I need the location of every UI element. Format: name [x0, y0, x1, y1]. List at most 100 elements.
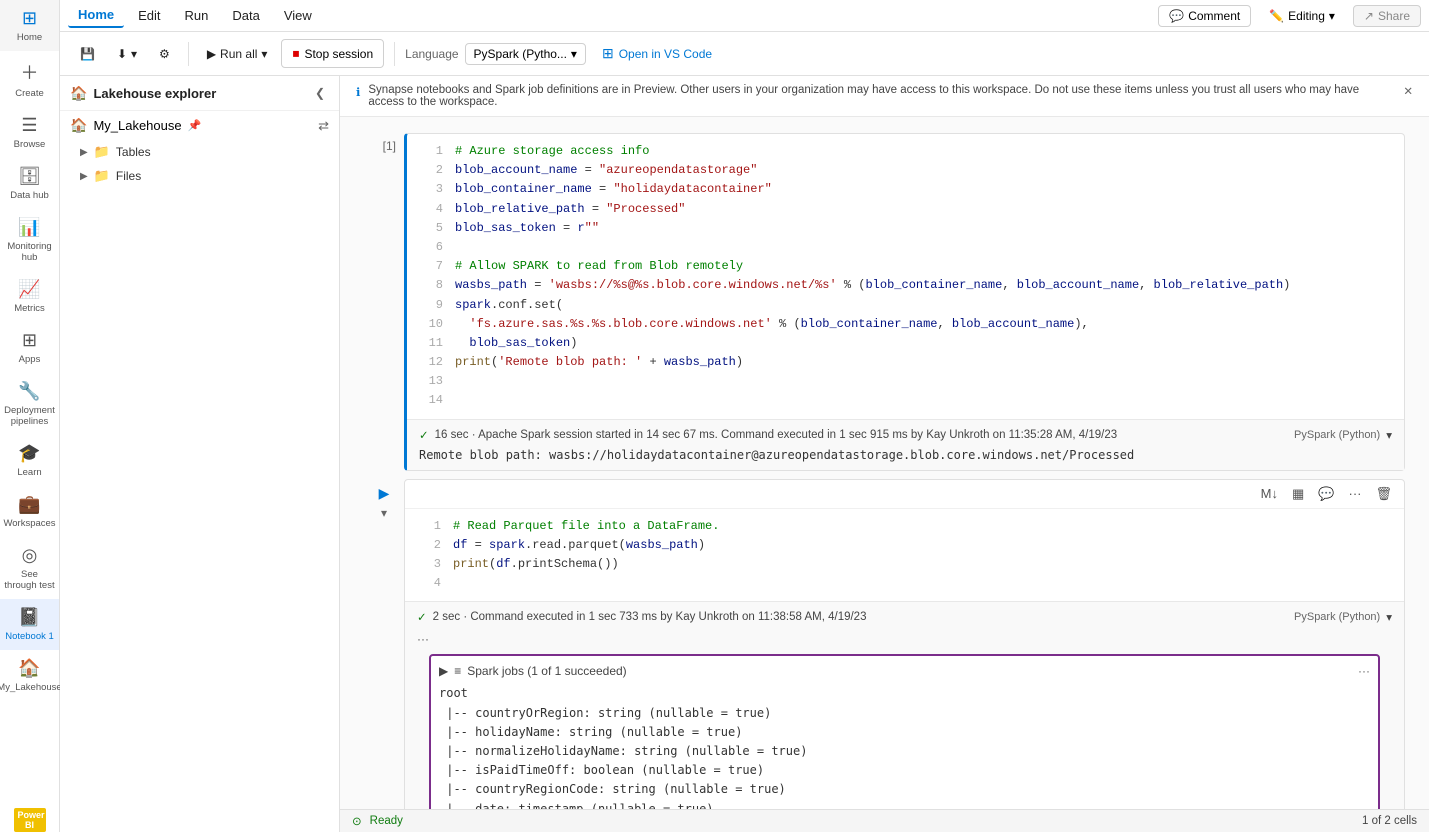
lakehouse-selector[interactable]: 🏠 My_Lakehouse 📌 ⇄	[60, 111, 339, 140]
cell-2-lang-chevron-icon: ▾	[1386, 610, 1392, 624]
sidebar-item-mylakehouse[interactable]: 🏠 My_Lakehouse	[0, 650, 59, 701]
cell-2-output-box-wrapper: ··· ▶ ≡ Spark jobs (1 of 1 succeeded) ··…	[417, 632, 1392, 809]
schema-output: root |-- countryOrRegion: string (nullab…	[439, 684, 1370, 809]
cell-2-output-status: ✓ 2 sec · Command executed in 1 sec 733 …	[417, 610, 1392, 624]
home-icon: ⊞	[22, 8, 37, 29]
language-label: Language	[405, 47, 458, 61]
sidebar-item-browse-label: Browse	[14, 139, 46, 150]
code-line-1: 1 # Azure storage access info	[419, 142, 1392, 161]
sidebar-item-deployment-label: Deployment pipelines	[4, 405, 55, 427]
sync-icon[interactable]: ⇄	[318, 118, 329, 134]
run-all-label: Run all	[220, 47, 257, 61]
cell-2-toolbar: M↓ ▦ 💬 ··· 🗑	[405, 480, 1404, 509]
monitoring-icon: 📊	[18, 217, 40, 238]
save-button[interactable]: 💾	[72, 43, 103, 65]
stop-session-button[interactable]: ⏹ Stop session	[281, 39, 384, 68]
code-line-8: 8 wasbs_path = 'wasbs://%s@%s.blob.core.…	[419, 276, 1392, 295]
cell-2-markdown-button[interactable]: M↓	[1257, 484, 1282, 504]
download-button[interactable]: ⬇ ▾	[109, 43, 145, 65]
code-line-13: 13	[419, 372, 1392, 391]
menu-view[interactable]: View	[274, 4, 322, 27]
stop-session-label: Stop session	[304, 47, 373, 61]
left-panel: 🏠 Lakehouse explorer ❮ 🏠 My_Lakehouse 📌 …	[60, 76, 340, 832]
info-icon: ℹ	[356, 85, 360, 99]
sidebar-item-monitoring[interactable]: 📊 Monitoring hub	[0, 209, 59, 271]
menu-home[interactable]: Home	[68, 3, 124, 28]
cell-2-expand-button[interactable]: ▾	[381, 506, 387, 520]
sidebar-item-apps[interactable]: ⊞ Apps	[0, 322, 59, 373]
cell-1-status-check-icon: ✓	[419, 428, 429, 442]
settings-button[interactable]: ⚙	[151, 43, 178, 65]
cell-2-schema-output-box: ▶ ≡ Spark jobs (1 of 1 succeeded) ··· ro…	[429, 654, 1380, 809]
cell2-code-line-3: 3 print(df.printSchema())	[417, 555, 1392, 574]
code-line-6: 6	[419, 238, 1392, 257]
cell-2-run-button[interactable]: ▶	[379, 485, 390, 502]
main-area: Home Edit Run Data View 💬 Comment ✏️ Edi…	[60, 0, 1429, 832]
sidebar-item-metrics[interactable]: 📈 Metrics	[0, 271, 59, 322]
sidebar-item-notebook[interactable]: 📓 Notebook 1	[0, 599, 59, 650]
output-more-button[interactable]: ···	[1358, 664, 1370, 678]
notebook-area: ℹ Synapse notebooks and Spark job defini…	[340, 76, 1429, 832]
sidebar-item-datahub-label: Data hub	[10, 190, 49, 201]
comment-button[interactable]: 💬 Comment	[1158, 5, 1251, 27]
workspaces-icon: 💼	[18, 494, 40, 515]
datahub-icon: 🗄	[18, 166, 41, 187]
code-line-12: 12 print('Remote blob path: ' + wasbs_pa…	[419, 353, 1392, 372]
cell-2-controls: ▶ ▾	[364, 479, 404, 809]
sidebar-item-metrics-label: Metrics	[14, 303, 45, 314]
content-wrapper: 🏠 Lakehouse explorer ❮ 🏠 My_Lakehouse 📌 …	[60, 76, 1429, 832]
cell-1-wrapper: [1] 1 # Azure storage access info 2 blob…	[364, 133, 1405, 471]
status-bar: ⊙ Ready 1 of 2 cells	[340, 809, 1429, 832]
sidebar: ⊞ Home ＋ Create ☰ Browse 🗄 Data hub 📊 Mo…	[0, 0, 60, 832]
download-icon: ⬇	[117, 47, 127, 61]
code-line-2: 2 blob_account_name = "azureopendatastor…	[419, 161, 1392, 180]
menu-data[interactable]: Data	[222, 4, 269, 27]
code-line-5: 5 blob_sas_token = r""	[419, 219, 1392, 238]
cell-2-code-area: M↓ ▦ 💬 ··· 🗑 1 # Read Parquet file into …	[404, 479, 1405, 809]
status-ready-label: Ready	[370, 815, 403, 827]
cell-2-table-icon[interactable]: ▦	[1288, 484, 1308, 504]
cell-1-output-text: Remote blob path: wasbs://holidaydatacon…	[419, 448, 1392, 462]
sidebar-item-create[interactable]: ＋ Create	[0, 51, 59, 107]
menu-run[interactable]: Run	[175, 4, 219, 27]
cell-2-wrapper: ▶ ▾ M↓ ▦ 💬 ··· 🗑	[364, 479, 1405, 809]
sidebar-item-home[interactable]: ⊞ Home	[0, 0, 59, 51]
cell-2-output-status-text: 2 sec · Command executed in 1 sec 733 ms…	[433, 611, 867, 623]
sidebar-item-seethrough-label: See through test	[4, 569, 55, 591]
status-ready-icon: ⊙	[352, 814, 362, 828]
language-selector[interactable]: PySpark (Pytho... ▾	[465, 43, 586, 65]
open-vscode-button[interactable]: ⊞ Open in VS Code	[592, 41, 722, 66]
code-line-3: 3 blob_container_name = "holidaydatacont…	[419, 180, 1392, 199]
menu-right: 💬 Comment ✏️ Editing ▾ ↗ Share	[1158, 5, 1421, 27]
tables-chevron-icon: ▶	[80, 147, 88, 158]
cell-2-output-header: ···	[417, 632, 1392, 646]
sidebar-item-seethrough[interactable]: ◎ See through test	[0, 537, 59, 599]
sidebar-item-workspaces[interactable]: 💼 Workspaces	[0, 486, 59, 537]
expand-icon: ▶	[439, 664, 448, 678]
menu-edit[interactable]: Edit	[128, 4, 170, 27]
sidebar-item-browse[interactable]: ☰ Browse	[0, 107, 59, 158]
toolbar-divider-2	[394, 42, 395, 66]
editing-button[interactable]: ✏️ Editing ▾	[1259, 6, 1345, 26]
sidebar-item-datahub[interactable]: 🗄 Data hub	[0, 158, 59, 209]
pin-icon: 📌	[188, 119, 202, 132]
sidebar-item-deployment[interactable]: 🔧 Deployment pipelines	[0, 373, 59, 435]
cell-2-delete-button[interactable]: 🗑	[1371, 484, 1396, 504]
lakehouse-node-icon: 🏠	[70, 117, 87, 134]
pencil-icon: ✏️	[1269, 9, 1284, 23]
share-button[interactable]: ↗ Share	[1353, 5, 1421, 27]
tree-item-tables[interactable]: ▶ 📁 Tables	[60, 140, 339, 164]
cell-count: 1 of 2 cells	[1362, 815, 1417, 827]
cell-2-more-button[interactable]: ···	[1344, 484, 1365, 504]
cell-1-code[interactable]: 1 # Azure storage access info 2 blob_acc…	[407, 134, 1404, 419]
tree-item-files[interactable]: ▶ 📁 Files	[60, 164, 339, 188]
sidebar-item-learn[interactable]: 🎓 Learn	[0, 435, 59, 486]
cell-1-number: [1]	[364, 133, 404, 471]
cell-2-code[interactable]: 1 # Read Parquet file into a DataFrame. …	[405, 509, 1404, 602]
run-all-button[interactable]: ▶ Run all ▾	[199, 43, 276, 65]
sidebar-item-apps-label: Apps	[19, 354, 41, 365]
cell-2-comment-icon[interactable]: 💬	[1314, 484, 1338, 504]
cell2-code-line-2: 2 df = spark.read.parquet(wasbs_path)	[417, 536, 1392, 555]
collapse-panel-button[interactable]: ❮	[311, 84, 329, 102]
info-close-button[interactable]: ✕	[1403, 84, 1413, 98]
